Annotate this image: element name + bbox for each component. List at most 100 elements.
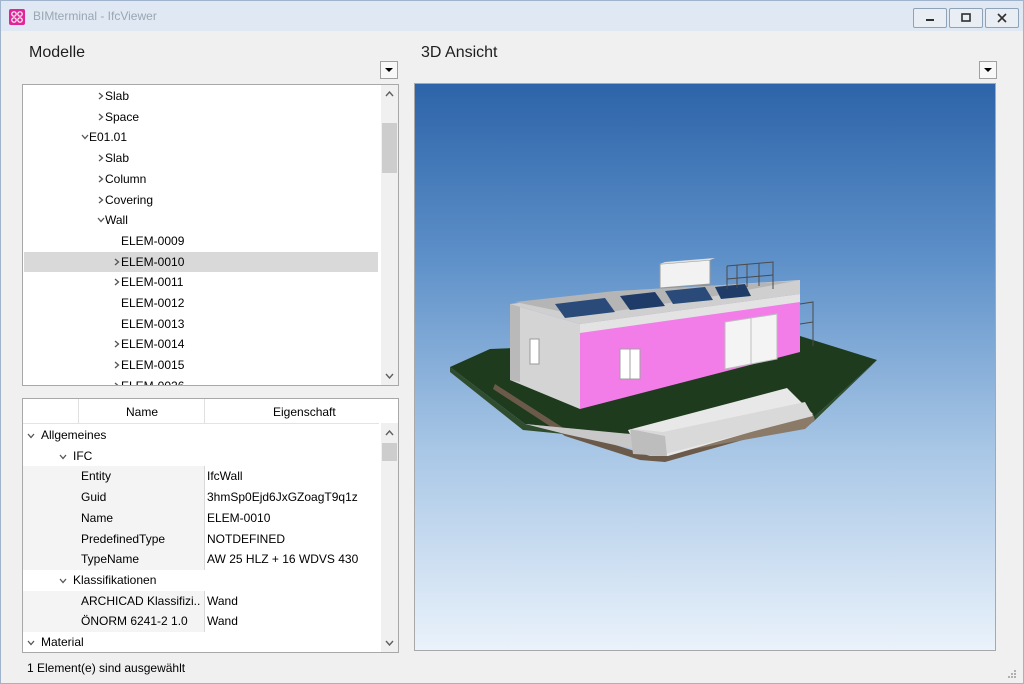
property-key: TypeName [81,552,140,567]
property-subcategory[interactable]: IFC [23,445,379,467]
tree-item[interactable]: ELEM-0009 [24,231,378,251]
tree-item[interactable]: ELEM-0014 [24,334,378,354]
maximize-icon [961,13,971,22]
scroll-down-icon[interactable] [385,640,394,646]
status-text: 1 Element(e) sind ausgewählt [27,661,186,675]
property-scroll-thumb[interactable] [382,443,397,461]
view3d-title: 3D Ansicht [421,44,498,61]
property-value[interactable]: ELEM-0010 [207,508,377,529]
dropdown-icon [984,68,992,72]
property-value[interactable]: IfcWall [207,466,377,487]
property-value[interactable]: 3hmSp0Ejd6JxGZoagT9q1z [207,487,377,508]
chevron-down-icon[interactable] [27,432,35,440]
app-icon [9,9,25,25]
property-value[interactable]: AW 25 HLZ + 16 WDVS 430 [207,549,377,570]
property-scrollbar[interactable] [381,423,398,652]
tree-item[interactable]: Wall [24,210,378,230]
dropdown-icon [385,68,393,72]
property-grid[interactable]: Name Eigenschaft Allgemeines IFC Entity Ifc… [22,398,399,653]
tree-item-label: Wall [105,213,128,228]
tree-item-label: E01.01 [89,130,128,145]
chevron-down-icon[interactable] [97,216,105,224]
building-model[interactable] [415,84,995,650]
property-category-label: IFC [73,448,93,463]
minimize-button[interactable] [913,8,947,28]
minimize-icon [926,19,934,21]
tree-item[interactable]: Column [24,169,378,189]
property-row[interactable]: ÖNORM 6241-2 1.0 Wand [23,611,379,633]
title-bar[interactable]: BIMterminal - IfcViewer [1,1,1023,31]
model-tree[interactable]: Slab Space E01.01 Slab Column Covering Wall ELE… [22,84,399,386]
property-row[interactable]: ARCHICAD Klassifizi... Wand [23,590,379,612]
resize-grip-icon[interactable] [1007,669,1017,679]
scroll-down-icon[interactable] [385,373,394,379]
chevron-right-icon[interactable] [97,196,105,204]
tree-item[interactable]: Slab [24,86,378,106]
property-row[interactable]: Guid 3hmSp0Ejd6JxGZoagT9q1z [23,487,379,509]
chevron-right-icon[interactable] [97,154,105,162]
tree-item[interactable]: ELEM-0026 [24,376,378,386]
tree-item[interactable]: Slab [24,148,378,168]
property-key: ARCHICAD Klassifizi... [81,593,201,608]
property-grid-header: Name Eigenschaft [23,399,379,424]
property-category-label: Material [41,635,84,649]
chevron-right-icon[interactable] [97,175,105,183]
tree-item[interactable]: ELEM-0015 [24,355,378,375]
property-value[interactable]: NOTDEFINED [207,529,377,550]
property-row[interactable]: Name ELEM-0010 [23,507,379,529]
chevron-down-icon[interactable] [27,639,35,647]
chevron-right-icon[interactable] [113,340,121,348]
tree-scrollbar[interactable] [381,85,398,385]
tree-item[interactable]: Covering [24,190,378,210]
tree-item-label: ELEM-0010 [121,254,185,269]
property-row[interactable]: TypeName AW 25 HLZ + 16 WDVS 430 [23,549,379,571]
property-key: Guid [81,490,107,505]
tree-item[interactable]: ELEM-0013 [24,314,378,334]
tree-item[interactable]: Space [24,107,378,127]
3d-viewport[interactable] [414,83,996,651]
maximize-button[interactable] [949,8,983,28]
chevron-right-icon[interactable] [97,113,105,121]
tree-scroll-thumb[interactable] [382,123,397,173]
view3d-dropdown-button[interactable] [979,61,997,79]
chevron-down-icon[interactable] [59,453,67,461]
tree-item[interactable]: ELEM-0010 [24,251,378,272]
property-value[interactable]: Wand [207,611,377,632]
column-header-value[interactable]: Eigenschaft [273,405,336,419]
tree-item-label: ELEM-0026 [121,378,185,386]
scroll-up-icon[interactable] [385,430,394,436]
models-dropdown-button[interactable] [380,61,398,79]
property-row[interactable]: PredefinedType NOTDEFINED [23,528,379,550]
property-category[interactable]: Material [23,632,379,652]
tree-item[interactable]: ELEM-0011 [24,272,378,292]
chevron-right-icon[interactable] [113,258,121,266]
property-value[interactable]: Wand [207,591,377,612]
chevron-down-icon[interactable] [59,577,67,585]
tree-item[interactable]: E01.01 [24,127,378,147]
tree-item-label: ELEM-0009 [121,233,185,248]
tree-item-label: Slab [105,151,130,166]
property-subcategory[interactable]: Klassifikationen [23,569,379,591]
tree-item-label: ELEM-0011 [121,275,184,290]
property-key: ÖNORM 6241-2 1.0 [81,614,188,629]
chevron-down-icon[interactable] [81,133,89,141]
tree-item[interactable]: ELEM-0012 [24,293,378,313]
property-category[interactable]: Allgemeines [23,425,379,446]
chevron-right-icon[interactable] [97,92,105,100]
scroll-up-icon[interactable] [385,91,394,97]
app-window: BIMterminal - IfcViewer Modelle 3D Ansic… [0,0,1024,684]
chevron-right-icon[interactable] [113,382,121,386]
models-title: Modelle [29,44,86,61]
tree-item-label: Slab [105,89,130,103]
close-button[interactable] [985,8,1019,28]
property-category-label: Allgemeines [41,428,107,442]
tree-item-label: Space [105,109,140,124]
window-title: BIMterminal - IfcViewer [33,9,157,23]
column-header-name[interactable]: Name [126,405,158,419]
chevron-right-icon[interactable] [113,278,121,286]
close-icon [997,13,1007,23]
tree-item-label: ELEM-0015 [121,358,185,373]
chevron-right-icon[interactable] [113,361,121,369]
property-row[interactable]: Entity IfcWall [23,466,379,488]
property-category-label: Klassifikationen [73,572,157,587]
